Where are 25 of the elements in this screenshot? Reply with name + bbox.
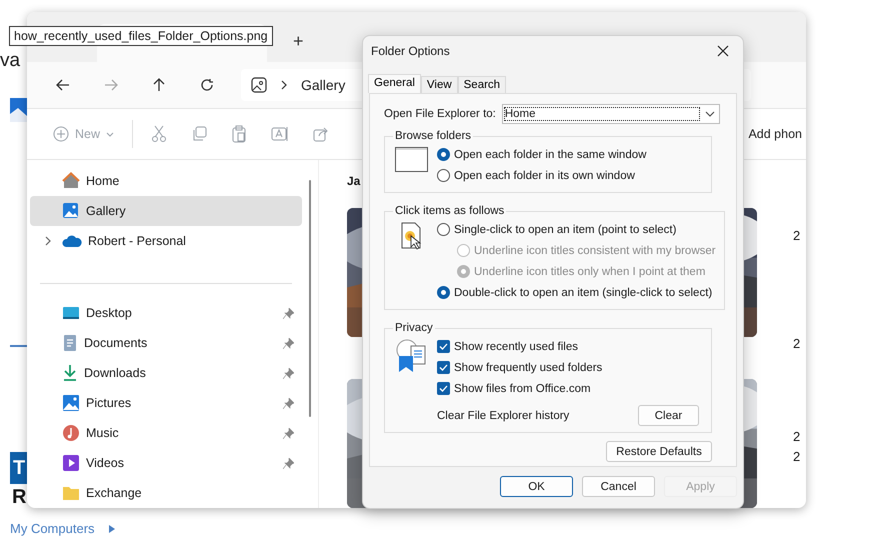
clear-history-label: Clear File Explorer history: [437, 410, 570, 422]
date-text: 2: [793, 449, 800, 466]
page-text: R: [12, 486, 26, 509]
sidebar-label: Downloads: [84, 366, 147, 380]
date-text: 2: [793, 228, 800, 245]
sidebar-label: Desktop: [86, 306, 133, 320]
sidebar-label: Gallery: [86, 204, 127, 218]
sidebar-label: Robert - Personal: [88, 234, 187, 248]
group-title: Privacy: [394, 322, 434, 334]
sidebar-label: Videos: [86, 456, 125, 470]
sidebar-label: Exchange: [86, 486, 143, 500]
sidebar-label: Pictures: [86, 396, 132, 410]
dialog-title: Folder Options: [371, 44, 451, 58]
group-heading: Ja: [347, 174, 360, 190]
page-text: T: [10, 452, 27, 484]
sidebar-label: Documents: [84, 336, 148, 350]
date-text: 2: [793, 336, 800, 353]
sidebar-label: Music: [86, 426, 120, 440]
group-title: Browse folders: [394, 130, 472, 142]
page-text: va: [0, 50, 20, 72]
group-title: Click items as follows: [394, 205, 506, 217]
tooltip: how_recently_used_files_Folder_Options.png: [9, 26, 273, 46]
sidebar-label: Home: [86, 174, 120, 188]
field-label: Open File Explorer to:: [384, 108, 496, 120]
date-text: 2: [793, 429, 800, 446]
